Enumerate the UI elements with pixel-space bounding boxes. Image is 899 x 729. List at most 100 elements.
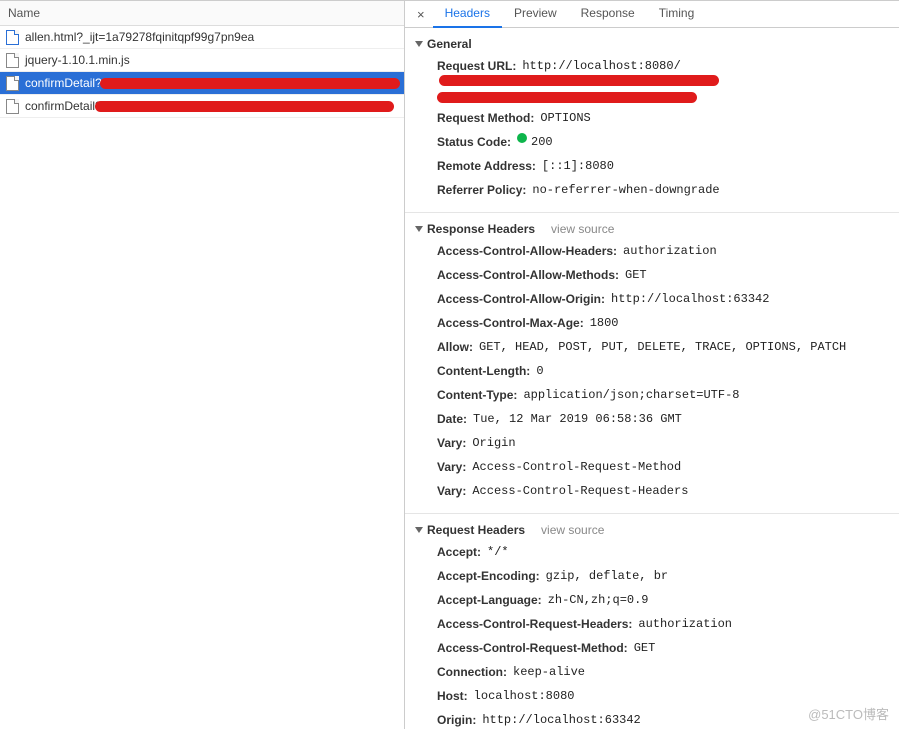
redaction-mark bbox=[100, 78, 400, 89]
request-list: allen.html?_ijt=1a79278fqinitqpf99g7pn9e… bbox=[0, 26, 404, 729]
value: Origin bbox=[472, 434, 515, 452]
value: Access-Control-Request-Method bbox=[472, 458, 681, 476]
value: zh-CN,zh;q=0.9 bbox=[548, 591, 649, 609]
view-source-link[interactable]: view source bbox=[551, 222, 614, 236]
response-header-row: Access-Control-Allow-Methods: GET bbox=[415, 263, 889, 287]
label: Date: bbox=[437, 410, 467, 428]
request-name: allen.html?_ijt=1a79278fqinitqpf99g7pn9e… bbox=[25, 30, 254, 44]
redaction-mark bbox=[95, 101, 394, 112]
document-icon bbox=[6, 76, 19, 91]
tab-timing[interactable]: Timing bbox=[647, 1, 707, 28]
kv-redacted-line bbox=[415, 89, 889, 106]
value: Access-Control-Request-Headers bbox=[472, 482, 688, 500]
value: http://localhost:63342 bbox=[611, 290, 769, 308]
devtools-network-panel: Name allen.html?_ijt=1a79278fqinitqpf99g… bbox=[0, 0, 899, 729]
label: Access-Control-Request-Method: bbox=[437, 639, 628, 657]
value: http://localhost:63342 bbox=[482, 711, 640, 729]
kv-referrer-policy: Referrer Policy: no-referrer-when-downgr… bbox=[415, 178, 889, 202]
tab-headers[interactable]: Headers bbox=[433, 1, 502, 28]
caret-down-icon bbox=[415, 527, 423, 533]
caret-down-icon bbox=[415, 226, 423, 232]
value: http://localhost:8080/ bbox=[522, 57, 680, 75]
details-panel: × Headers Preview Response Timing Genera… bbox=[405, 1, 899, 729]
value: application/json;charset=UTF-8 bbox=[523, 386, 739, 404]
document-icon bbox=[6, 53, 19, 68]
value: 0 bbox=[536, 362, 543, 380]
label: Remote Address: bbox=[437, 157, 536, 175]
value: GET bbox=[625, 266, 647, 284]
request-row[interactable]: allen.html?_ijt=1a79278fqinitqpf99g7pn9e… bbox=[0, 26, 404, 49]
label: Access-Control-Max-Age: bbox=[437, 314, 584, 332]
kv-request-method: Request Method: OPTIONS bbox=[415, 106, 889, 130]
request-row[interactable]: confirmDetail? bbox=[0, 95, 404, 118]
label: Vary: bbox=[437, 458, 466, 476]
close-icon[interactable]: × bbox=[409, 7, 433, 22]
label: Origin: bbox=[437, 711, 476, 729]
value: GET, HEAD, POST, PUT, DELETE, TRACE, OPT… bbox=[479, 338, 846, 356]
label: Vary: bbox=[437, 434, 466, 452]
response-header-row: Vary: Access-Control-Request-Headers bbox=[415, 479, 889, 503]
label: Referrer Policy: bbox=[437, 181, 526, 199]
column-header-name[interactable]: Name bbox=[0, 1, 404, 26]
request-row[interactable]: confirmDetail? bbox=[0, 72, 404, 95]
response-header-row: Content-Length: 0 bbox=[415, 359, 889, 383]
value: no-referrer-when-downgrade bbox=[532, 181, 719, 199]
label: Accept-Language: bbox=[437, 591, 542, 609]
request-header-row: Accept-Encoding: gzip, deflate, br bbox=[415, 564, 889, 588]
section-toggle-request-headers[interactable]: Request Headers view source bbox=[415, 520, 889, 540]
value: [::1]:8080 bbox=[542, 157, 614, 175]
value: gzip, deflate, br bbox=[546, 567, 668, 585]
response-header-row: Allow: GET, HEAD, POST, PUT, DELETE, TRAC… bbox=[415, 335, 889, 359]
section-request-headers: Request Headers view source Accept:*/*Ac… bbox=[415, 520, 889, 729]
response-header-row: Vary: Origin bbox=[415, 431, 889, 455]
label: Request URL: bbox=[437, 57, 516, 75]
label: Content-Length: bbox=[437, 362, 530, 380]
label: Connection: bbox=[437, 663, 507, 681]
request-row[interactable]: jquery-1.10.1.min.js bbox=[0, 49, 404, 72]
redaction-mark bbox=[437, 92, 697, 103]
request-header-row: Connection: keep-alive bbox=[415, 660, 889, 684]
kv-request-url: Request URL: http://localhost:8080/ bbox=[415, 54, 889, 89]
label: Content-Type: bbox=[437, 386, 517, 404]
divider bbox=[405, 513, 899, 514]
headers-view: General Request URL: http://localhost:80… bbox=[405, 28, 899, 729]
request-header-row: Accept-Language: zh-CN,zh;q=0.9 bbox=[415, 588, 889, 612]
tab-bar: × Headers Preview Response Timing bbox=[405, 1, 899, 28]
request-header-row: Access-Control-Request-Method: GET bbox=[415, 636, 889, 660]
request-list-panel: Name allen.html?_ijt=1a79278fqinitqpf99g… bbox=[0, 1, 405, 729]
section-toggle-general[interactable]: General bbox=[415, 34, 889, 54]
label: Accept: bbox=[437, 543, 481, 561]
value: GET bbox=[634, 639, 656, 657]
label: Status Code: bbox=[437, 133, 511, 151]
caret-down-icon bbox=[415, 41, 423, 47]
label: Access-Control-Allow-Methods: bbox=[437, 266, 619, 284]
response-header-row: Vary: Access-Control-Request-Method bbox=[415, 455, 889, 479]
response-header-row: Date: Tue, 12 Mar 2019 06:58:36 GMT bbox=[415, 407, 889, 431]
section-general: General Request URL: http://localhost:80… bbox=[415, 34, 889, 202]
value: Tue, 12 Mar 2019 06:58:36 GMT bbox=[473, 410, 682, 428]
response-header-row: Content-Type: application/json;charset=UT… bbox=[415, 383, 889, 407]
value: keep-alive bbox=[513, 663, 585, 681]
document-icon bbox=[6, 30, 19, 45]
value: authorization bbox=[638, 615, 732, 633]
value: 200 bbox=[531, 133, 553, 151]
section-toggle-response-headers[interactable]: Response Headers view source bbox=[415, 219, 889, 239]
watermark: @51CTO博客 bbox=[808, 704, 889, 723]
value: 1800 bbox=[590, 314, 619, 332]
section-title: Request Headers bbox=[427, 523, 525, 537]
tab-response[interactable]: Response bbox=[569, 1, 647, 28]
label: Access-Control-Request-Headers: bbox=[437, 615, 632, 633]
section-response-headers: Response Headers view source Access-Cont… bbox=[415, 219, 889, 503]
request-header-row: Access-Control-Request-Headers: authoriza… bbox=[415, 612, 889, 636]
label: Accept-Encoding: bbox=[437, 567, 540, 585]
label: Request Method: bbox=[437, 109, 534, 127]
request-name: confirmDetail? bbox=[25, 99, 102, 113]
view-source-link[interactable]: view source bbox=[541, 523, 604, 537]
section-title: General bbox=[427, 37, 472, 51]
response-header-row: Access-Control-Allow-Origin: http://local… bbox=[415, 287, 889, 311]
tab-preview[interactable]: Preview bbox=[502, 1, 569, 28]
request-name: confirmDetail? bbox=[25, 76, 102, 90]
label: Allow: bbox=[437, 338, 473, 356]
label: Access-Control-Allow-Origin: bbox=[437, 290, 605, 308]
label: Vary: bbox=[437, 482, 466, 500]
